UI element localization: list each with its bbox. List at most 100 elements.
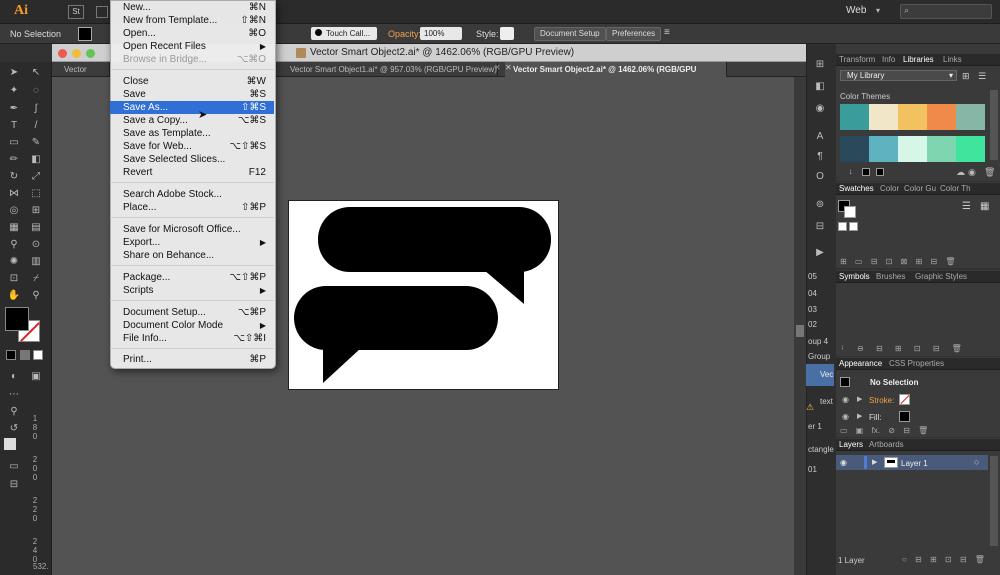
color-panel-icon[interactable]: ◧ xyxy=(812,80,828,94)
tab-swatches[interactable]: Swatches xyxy=(839,184,874,193)
graphic-style-swatch[interactable] xyxy=(500,27,514,40)
theme-swatch[interactable] xyxy=(869,104,898,130)
artboard-tool-icon[interactable]: ⊡ xyxy=(6,272,22,286)
collapsed-item[interactable]: 03 xyxy=(808,305,817,314)
tab-transform[interactable]: Transform xyxy=(839,55,875,64)
tab-libraries[interactable]: Libraries xyxy=(903,55,934,64)
menu-item-save-a-copy[interactable]: Save a Copy... ⌥⌘S xyxy=(110,114,274,127)
none-mode-icon[interactable] xyxy=(33,350,43,360)
tab-vector-smart-object1[interactable]: Vector Smart Object1.ai* @ 957.03% (RGB/… xyxy=(282,62,498,77)
swatches-footer-icons[interactable]: ⊞ ▭ ⊟ ⊡ ⊠ ⊞ ⊟ 🗑 xyxy=(840,257,956,266)
collapsed-item[interactable]: 01 xyxy=(808,465,817,474)
libraries-scrollbar[interactable] xyxy=(990,90,998,160)
speech-bubbles-artwork[interactable] xyxy=(288,200,559,390)
magic-wand-icon[interactable]: ✦ xyxy=(6,84,22,98)
default-fill-icon[interactable] xyxy=(4,438,16,450)
color-theme-row-2[interactable] xyxy=(840,136,985,162)
links-panel-icon[interactable]: ⊟ xyxy=(812,220,828,234)
pen-tool-icon[interactable]: ✒ xyxy=(6,102,22,116)
add-stroke-icon[interactable] xyxy=(876,168,884,176)
symbol-sprayer-icon[interactable]: ✺ xyxy=(6,255,22,269)
add-fill-icon[interactable] xyxy=(862,168,870,176)
arrange-documents-icon[interactable] xyxy=(96,6,108,18)
lasso-icon[interactable]: ◌ xyxy=(28,84,44,98)
tab-css-properties[interactable]: CSS Properties xyxy=(889,359,944,368)
layers-scrollbar[interactable] xyxy=(990,456,998,546)
color-mode-icon[interactable] xyxy=(6,350,16,360)
search-stock-input[interactable] xyxy=(900,4,992,19)
present-icon[interactable]: ⊟ xyxy=(6,478,22,492)
tab-brushes[interactable]: Brushes xyxy=(876,272,905,281)
rectangle-tool-icon[interactable]: ▭ xyxy=(6,136,22,150)
paragraph-panel-icon[interactable]: ¶ xyxy=(812,150,828,164)
menu-item-place[interactable]: Place... ⇧⌘P xyxy=(110,201,274,214)
menu-item-save[interactable]: Save ⌘S xyxy=(110,88,274,101)
trash-icon[interactable]: 🗑 xyxy=(984,167,995,178)
stock-icon[interactable]: St xyxy=(68,5,84,19)
tab-color[interactable]: Color xyxy=(880,184,899,193)
workspace-switcher[interactable]: Web xyxy=(846,5,866,16)
collapsed-item[interactable]: text xyxy=(820,397,833,406)
chevron-down-icon[interactable]: ▾ xyxy=(876,6,880,15)
expand-arrow-icon[interactable]: ▶ xyxy=(857,395,862,403)
target-icon[interactable]: ○ xyxy=(974,457,979,467)
menu-item-open[interactable]: Open... ⌘O xyxy=(110,27,274,40)
menu-item-share-on-behance[interactable]: Share on Behance... xyxy=(110,249,274,262)
align-icon[interactable]: ≡ xyxy=(664,27,670,38)
opacity-label[interactable]: Opacity: xyxy=(388,29,421,39)
layers-footer-icons[interactable]: ○ ⊟ ⊞ ⊡ ⊟ 🗑 xyxy=(902,555,985,564)
collapsed-item[interactable]: Group xyxy=(808,352,830,361)
color-theme-row-1[interactable] xyxy=(840,104,985,130)
tab-symbols[interactable]: Symbols xyxy=(839,272,870,281)
character-panel-icon[interactable]: A xyxy=(812,130,828,144)
menu-item-revert[interactable]: Revert F12 xyxy=(110,166,274,179)
fill-color-swatch[interactable] xyxy=(78,27,92,41)
close-active-tab-icon[interactable]: ✕ xyxy=(505,63,512,72)
speech-bubble-lower[interactable] xyxy=(294,286,498,350)
collapsed-item[interactable]: 05 xyxy=(808,272,817,281)
theme-swatch[interactable] xyxy=(869,136,898,162)
menu-item-save-for-microsoft-office[interactable]: Save for Microsoft Office... xyxy=(110,223,274,236)
rotate-view-icon[interactable]: ↺ xyxy=(6,422,22,436)
collapsed-item[interactable]: oup 4 xyxy=(808,337,828,346)
menu-item-search-adobe-stock[interactable]: Search Adobe Stock... xyxy=(110,188,274,201)
tab-appearance[interactable]: Appearance xyxy=(839,359,882,368)
direct-selection-tool-icon[interactable]: ↖ xyxy=(28,66,44,80)
none-swatch[interactable] xyxy=(838,222,847,231)
shape-builder-icon[interactable]: ◎ xyxy=(6,204,22,218)
blend-tool-icon[interactable]: ⊙ xyxy=(28,238,44,252)
tab-layers[interactable]: Layers xyxy=(839,440,863,449)
expand-arrow-icon[interactable]: ▶ xyxy=(872,458,877,466)
image-trace-icon[interactable]: ⊚ xyxy=(812,198,828,212)
rotate-tool-icon[interactable]: ↻ xyxy=(6,170,22,184)
stroke-none-swatch[interactable] xyxy=(899,394,910,405)
fill-swatch[interactable] xyxy=(5,307,29,331)
library-dropdown[interactable]: My Library ▾ xyxy=(840,70,957,81)
menu-item-save-for-web[interactable]: Save for Web... ⌥⇧⌘S xyxy=(110,140,274,153)
menu-item-scripts[interactable]: Scripts ▶ xyxy=(110,284,274,297)
theme-swatch[interactable] xyxy=(956,104,985,130)
theme-swatch[interactable] xyxy=(956,136,985,162)
eraser-icon[interactable]: ◧ xyxy=(28,153,44,167)
hand-tool-icon[interactable]: ✋ xyxy=(6,289,22,303)
menu-item-package[interactable]: Package... ⌥⇧⌘P xyxy=(110,271,274,284)
document-setup-button[interactable]: Document Setup xyxy=(534,27,606,41)
curvature-tool-icon[interactable]: ∫ xyxy=(28,102,44,116)
menu-item-save-as-template[interactable]: Save as Template... xyxy=(110,127,274,140)
eyedropper-icon[interactable]: ⚲ xyxy=(6,238,22,252)
menu-item-new[interactable]: New... ⌘N xyxy=(110,1,274,14)
screen-mode-icon[interactable]: ▣ xyxy=(28,370,44,384)
layer-name[interactable]: Layer 1 xyxy=(901,459,928,468)
selection-tool-icon[interactable]: ➤ xyxy=(6,66,22,80)
tab-links[interactable]: Links xyxy=(943,55,962,64)
type-tool-icon[interactable]: T xyxy=(6,119,22,133)
pencil-icon[interactable]: ✏ xyxy=(6,153,22,167)
menu-item-document-color-mode[interactable]: Document Color Mode ▶ xyxy=(110,319,274,332)
list-view-icon[interactable]: ☰ xyxy=(962,201,971,212)
edit-toolbar-icon[interactable]: ⋯ xyxy=(6,388,22,402)
theme-swatch[interactable] xyxy=(927,136,956,162)
menu-item-save-selected-slices[interactable]: Save Selected Slices... xyxy=(110,153,274,166)
menu-item-document-setup[interactable]: Document Setup... ⌥⌘P xyxy=(110,306,274,319)
theme-swatch[interactable] xyxy=(840,136,869,162)
mesh-tool-icon[interactable]: ▦ xyxy=(6,221,22,235)
